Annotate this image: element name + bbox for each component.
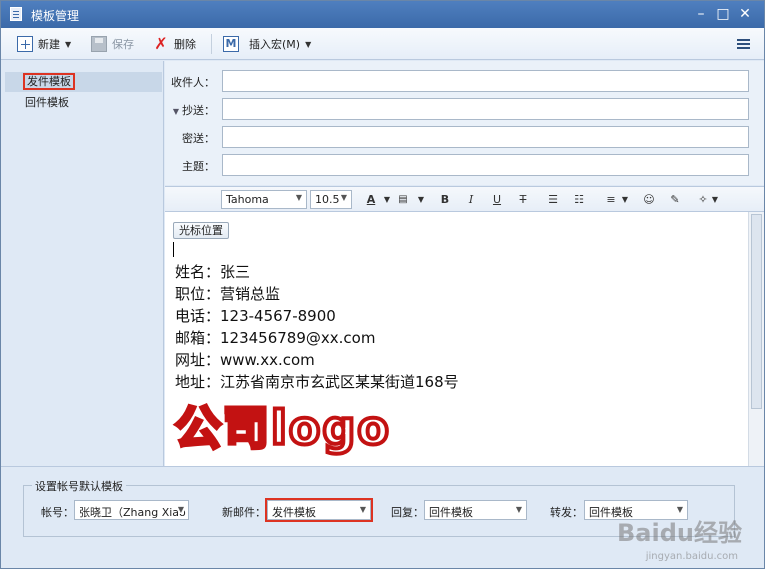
subject-field[interactable] — [222, 154, 749, 176]
bcc-row: 密送： — [165, 126, 764, 148]
cc-row: ▼ 抄送： — [165, 98, 764, 120]
forward-label: 转发： — [550, 506, 583, 519]
signature-title: 职位：营销总监 — [175, 285, 281, 303]
account-select[interactable]: 张晓卫（Zhang Xiao ▼ — [74, 500, 189, 520]
subject-label: 主题： — [182, 160, 215, 173]
close-button[interactable]: ✕ — [735, 5, 755, 23]
save-label: 保存 — [112, 38, 134, 51]
new-button[interactable]: 新建 ▼ — [17, 34, 71, 54]
cc-label-wrap[interactable]: ▼ 抄送： — [173, 102, 215, 118]
sidebar-item-reply-template[interactable]: 回件模板 — [5, 93, 162, 113]
new-mail-value: 发件模板 — [272, 506, 316, 519]
cc-label: 抄送： — [182, 104, 215, 117]
reply-label: 回复： — [391, 506, 424, 519]
macro-icon: M — [223, 36, 239, 52]
numbered-list-icon[interactable]: ☷ — [569, 191, 589, 209]
reply-value: 回件模板 — [429, 506, 473, 519]
delete-label: 删除 — [174, 38, 196, 51]
editor-scrollbar[interactable] — [748, 212, 764, 466]
subject-row: 主题： — [165, 154, 764, 176]
document-icon — [10, 7, 22, 21]
clear-format-icon[interactable]: ✎ — [665, 191, 685, 209]
template-manager-window: 模板管理 – □ ✕ 新建 ▼ 保存 ✗ 删除 M 插入宏(M) ▼ 发件模板 — [0, 0, 765, 569]
group-title: 设置帐号默认模板 — [32, 478, 126, 494]
baidu-watermark: Baidu经验 — [617, 519, 742, 547]
to-field[interactable] — [222, 70, 749, 92]
font-family-value: Tahoma — [226, 193, 269, 206]
title-bar: 模板管理 – □ ✕ — [1, 1, 764, 28]
delete-button[interactable]: ✗ 删除 — [153, 34, 196, 54]
italic-icon[interactable]: I — [461, 191, 481, 209]
reply-template-select[interactable]: 回件模板 ▼ — [424, 500, 527, 520]
insert-macro-button[interactable]: M 插入宏(M) ▼ — [223, 34, 311, 54]
emoji-icon[interactable]: ☺ — [639, 191, 659, 209]
underline-icon[interactable]: U — [487, 191, 507, 209]
chevron-down-icon[interactable]: ▼ — [411, 191, 431, 209]
cursor-position-button[interactable]: 光标位置 — [173, 222, 229, 239]
font-family-select[interactable]: Tahoma ▼ — [221, 190, 307, 209]
maximize-button[interactable]: □ — [713, 5, 733, 23]
mail-header-fields: 收件人： ▼ 抄送： 密送： 主题： — [165, 61, 764, 185]
menu-icon[interactable] — [737, 39, 750, 41]
text-caret — [173, 242, 174, 257]
company-logo-image: 公司logo — [173, 399, 391, 457]
account-value: 张晓卫（Zhang Xiao — [79, 506, 186, 519]
expand-triangle-icon: ▼ — [172, 107, 179, 116]
chevron-down-icon: ▼ — [305, 39, 312, 49]
font-size-value: 10.5 — [315, 193, 340, 206]
to-row: 收件人： — [165, 70, 764, 92]
to-label: 收件人： — [171, 76, 215, 89]
insert-macro-label: 插入宏(M) — [249, 38, 301, 51]
window-title: 模板管理 — [31, 9, 80, 23]
cc-field[interactable] — [222, 98, 749, 120]
scrollbar-thumb[interactable] — [751, 214, 762, 409]
watermark-url: jingyan.baidu.com — [645, 551, 738, 562]
account-label: 帐号： — [41, 506, 74, 519]
bold-icon[interactable]: B — [435, 191, 455, 209]
save-button[interactable]: 保存 — [91, 34, 134, 54]
highlight-color-icon[interactable]: ▤ — [393, 191, 413, 209]
new-label: 新建 — [38, 38, 60, 51]
toolbar-divider — [211, 34, 212, 54]
toolbar: 新建 ▼ 保存 ✗ 删除 M 插入宏(M) ▼ — [1, 28, 764, 60]
template-editor[interactable]: 光标位置 姓名：张三 职位：营销总监 电话：123-4567-8900 邮箱：1… — [165, 212, 764, 466]
signature-address: 地址：江苏省南京市玄武区某某街道168号 — [175, 373, 459, 391]
bcc-field[interactable] — [222, 126, 749, 148]
bullet-list-icon[interactable]: ☰ — [543, 191, 563, 209]
signature-website: 网址：www.xx.com — [175, 351, 315, 369]
signature-name: 姓名：张三 — [175, 263, 251, 281]
new-mail-label: 新邮件： — [222, 506, 266, 519]
chevron-down-icon: ▼ — [340, 193, 347, 202]
strikethrough-icon[interactable]: T — [513, 191, 533, 209]
delete-x-icon: ✗ — [154, 34, 168, 53]
chevron-down-icon: ▼ — [177, 505, 184, 514]
signature-email: 邮箱：123456789@xx.com — [175, 329, 376, 347]
sidebar-item-label: 发件模板 — [23, 73, 75, 90]
format-toolbar: Tahoma ▼ 10.5 ▼ A ▼ ▤ ▼ B I U T ☰ ☷ ≡ ▼ … — [165, 186, 764, 212]
chevron-down-icon[interactable]: ▼ — [615, 191, 635, 209]
default-template-settings: 设置帐号默认模板 帐号： 张晓卫（Zhang Xiao ▼ 新邮件： 发件模板 … — [1, 466, 764, 568]
chevron-down-icon: ▼ — [359, 505, 366, 514]
sidebar-item-send-template[interactable]: 发件模板 — [5, 72, 162, 92]
minimize-button[interactable]: – — [691, 5, 711, 23]
new-mail-template-select[interactable]: 发件模板 ▼ — [265, 498, 373, 522]
chevron-down-icon: ▼ — [65, 39, 72, 49]
template-list: 发件模板 回件模板 — [1, 61, 164, 466]
signature-phone: 电话：123-4567-8900 — [175, 307, 336, 325]
plus-icon — [17, 36, 33, 52]
chevron-down-icon: ▼ — [515, 505, 522, 514]
sidebar-item-label: 回件模板 — [25, 96, 69, 109]
chevron-down-icon[interactable]: ▼ — [705, 191, 725, 209]
chevron-down-icon: ▼ — [295, 193, 302, 202]
floppy-disk-icon — [91, 36, 107, 52]
bcc-label: 密送： — [182, 132, 215, 145]
font-size-select[interactable]: 10.5 ▼ — [310, 190, 352, 209]
